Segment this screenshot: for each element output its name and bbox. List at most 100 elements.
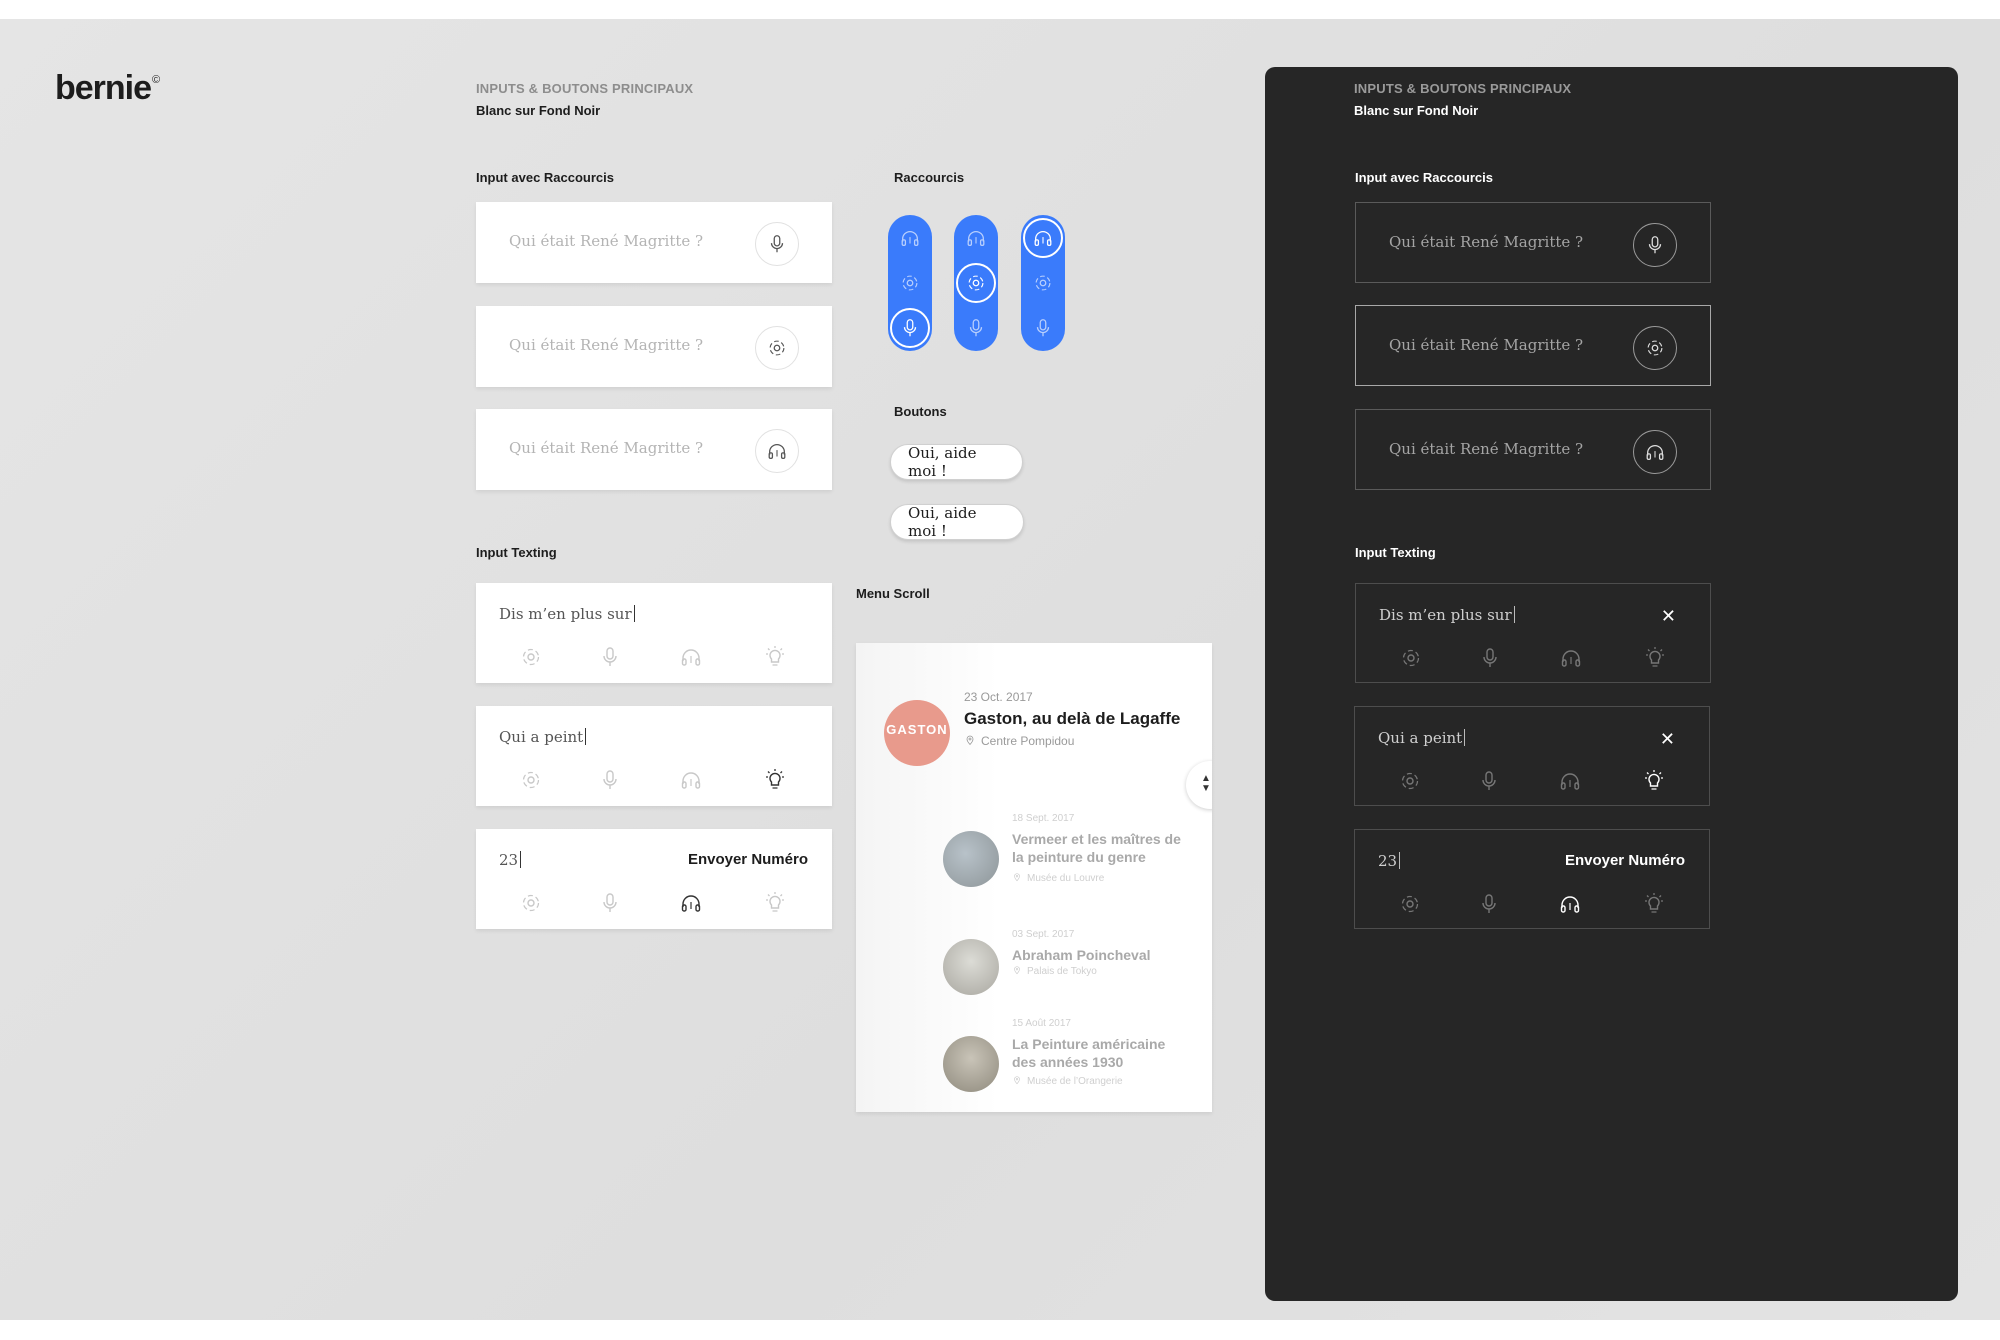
lightbulb-icon[interactable] — [763, 891, 787, 915]
microphone-icon[interactable] — [598, 891, 622, 915]
menu-item[interactable]: 03 Sept. 2017 Abraham Poincheval Palais … — [1012, 929, 1192, 977]
headphones-icon[interactable] — [679, 768, 703, 792]
microphone-icon[interactable] — [1477, 892, 1501, 916]
send-number-button[interactable]: Envoyer Numéro — [1565, 852, 1685, 869]
lightbulb-icon[interactable] — [1643, 646, 1667, 670]
camera-scan-icon[interactable] — [519, 768, 543, 792]
dark-texting-input-3[interactable]: 23 Envoyer Numéro — [1354, 829, 1710, 929]
camera-scan-icon[interactable] — [890, 263, 930, 303]
headphones-icon[interactable] — [890, 218, 930, 258]
microphone-icon[interactable] — [1477, 769, 1501, 793]
headphones-icon[interactable] — [679, 891, 703, 915]
microphone-icon[interactable] — [598, 645, 622, 669]
texting-value: Dis m’en plus sur — [499, 605, 632, 623]
input-placeholder: Qui était René Magritte ? — [1389, 336, 1584, 354]
lightbulb-icon[interactable] — [1642, 892, 1666, 916]
section-title-texting: Input Texting — [1355, 545, 1436, 560]
shortcut-input-mic[interactable]: Qui était René Magritte ? — [476, 202, 832, 283]
shortcut-input-camera[interactable]: Qui était René Magritte ? — [476, 306, 832, 387]
microphone-icon[interactable] — [1478, 646, 1502, 670]
location-pin-icon — [964, 734, 976, 746]
event-place: Palais de Tokyo — [1027, 966, 1097, 977]
texting-input-2[interactable]: Qui a peint — [476, 706, 832, 806]
input-placeholder: Qui était René Magritte ? — [1389, 233, 1584, 251]
dark-texting-input-1[interactable]: Dis m’en plus sur ✕ — [1355, 583, 1711, 683]
shortcut-pill-camera-selected[interactable] — [954, 215, 998, 351]
camera-scan-icon[interactable] — [755, 326, 799, 370]
bernie-logo: bernie© — [55, 69, 160, 107]
lightbulb-icon[interactable] — [763, 645, 787, 669]
help-button-2[interactable]: Oui, aide moi ! — [890, 504, 1024, 540]
camera-scan-icon[interactable] — [1399, 646, 1423, 670]
texting-shortcut-bar — [1356, 646, 1710, 670]
event-thumbnail — [943, 939, 999, 995]
scroll-toggle-button[interactable]: ▲ ▼ — [1186, 761, 1212, 809]
close-icon[interactable]: ✕ — [1660, 729, 1675, 750]
camera-scan-icon[interactable] — [519, 891, 543, 915]
headphones-icon[interactable] — [1558, 892, 1582, 916]
text-cursor — [1464, 729, 1466, 746]
camera-scan-icon[interactable] — [1023, 263, 1063, 303]
texting-value: Qui a peint — [499, 728, 584, 746]
text-cursor — [1399, 852, 1401, 869]
section-title-shortcut-inputs: Input avec Raccourcis — [1355, 170, 1493, 185]
headphones-icon[interactable] — [1558, 769, 1582, 793]
dark-shortcut-input-camera[interactable]: Qui était René Magritte ? — [1355, 305, 1711, 386]
canvas: bernie© INPUTS & BOUTONS PRINCIPAUX Blan… — [0, 19, 2000, 1320]
event-title: Gaston, au delà de Lagaffe — [964, 709, 1181, 728]
send-number-button[interactable]: Envoyer Numéro — [688, 851, 808, 868]
lightbulb-icon[interactable] — [1642, 769, 1666, 793]
event-title: La Peinture américaine des années 1930 — [1012, 1036, 1166, 1070]
microphone-icon[interactable] — [598, 768, 622, 792]
texting-value: Qui a peint — [1378, 729, 1463, 747]
lightbulb-icon[interactable] — [763, 768, 787, 792]
texting-value: Dis m’en plus sur — [1379, 606, 1512, 624]
texting-input-1[interactable]: Dis m’en plus sur — [476, 583, 832, 683]
microphone-icon[interactable] — [956, 308, 996, 348]
location-pin-icon — [1012, 872, 1022, 882]
input-placeholder: Qui était René Magritte ? — [1389, 440, 1584, 458]
menu-item[interactable]: 15 Août 2017 La Peinture américaine des … — [1012, 1018, 1192, 1087]
microphone-icon[interactable] — [1023, 308, 1063, 348]
microphone-icon[interactable] — [1633, 223, 1677, 267]
texting-input-3[interactable]: 23 Envoyer Numéro — [476, 829, 832, 929]
event-date: 03 Sept. 2017 — [1012, 929, 1075, 940]
shortcut-input-audio[interactable]: Qui était René Magritte ? — [476, 409, 832, 490]
dark-shortcut-input-mic[interactable]: Qui était René Magritte ? — [1355, 202, 1711, 283]
light-header-sub: Blanc sur Fond Noir — [476, 103, 601, 118]
headphones-icon[interactable] — [679, 645, 703, 669]
headphones-icon[interactable] — [1023, 218, 1063, 258]
camera-scan-icon[interactable] — [1633, 326, 1677, 370]
section-title-menu-scroll: Menu Scroll — [856, 586, 930, 601]
camera-scan-icon[interactable] — [519, 645, 543, 669]
microphone-icon[interactable] — [755, 222, 799, 266]
headphones-icon[interactable] — [755, 429, 799, 473]
dark-texting-input-2[interactable]: Qui a peint ✕ — [1354, 706, 1710, 806]
help-button-1[interactable]: Oui, aide moi ! — [890, 444, 1023, 480]
close-icon[interactable]: ✕ — [1661, 606, 1676, 627]
input-placeholder: Qui était René Magritte ? — [509, 336, 704, 354]
event-thumbnail — [943, 831, 999, 887]
dark-shortcut-input-audio[interactable]: Qui était René Magritte ? — [1355, 409, 1711, 490]
text-cursor — [520, 851, 522, 868]
microphone-icon[interactable] — [890, 308, 930, 348]
headphones-icon[interactable] — [956, 218, 996, 258]
menu-scroll[interactable]: GASTON 23 Oct. 2017 Gaston, au delà de L… — [856, 643, 1212, 1112]
camera-scan-icon[interactable] — [1398, 769, 1422, 793]
texting-shortcut-bar — [1355, 892, 1709, 916]
input-placeholder: Qui était René Magritte ? — [509, 232, 704, 250]
text-cursor — [585, 728, 587, 745]
shortcut-pill-mic-selected[interactable] — [888, 215, 932, 351]
event-place: Musée du Louvre — [1027, 873, 1105, 884]
camera-scan-icon[interactable] — [956, 263, 996, 303]
menu-item[interactable]: 18 Sept. 2017 Vermeer et les maîtres de … — [1012, 813, 1192, 884]
headphones-icon[interactable] — [1633, 430, 1677, 474]
texting-shortcut-bar — [476, 645, 832, 669]
headphones-icon[interactable] — [1559, 646, 1583, 670]
shortcut-pill-audio-selected[interactable] — [1021, 215, 1065, 351]
camera-scan-icon[interactable] — [1398, 892, 1422, 916]
featured-event[interactable]: 23 Oct. 2017 Gaston, au delà de Lagaffe … — [964, 690, 1180, 748]
texting-shortcut-bar — [476, 891, 832, 915]
texting-shortcut-bar — [1355, 769, 1709, 793]
event-date: 23 Oct. 2017 — [964, 690, 1033, 704]
